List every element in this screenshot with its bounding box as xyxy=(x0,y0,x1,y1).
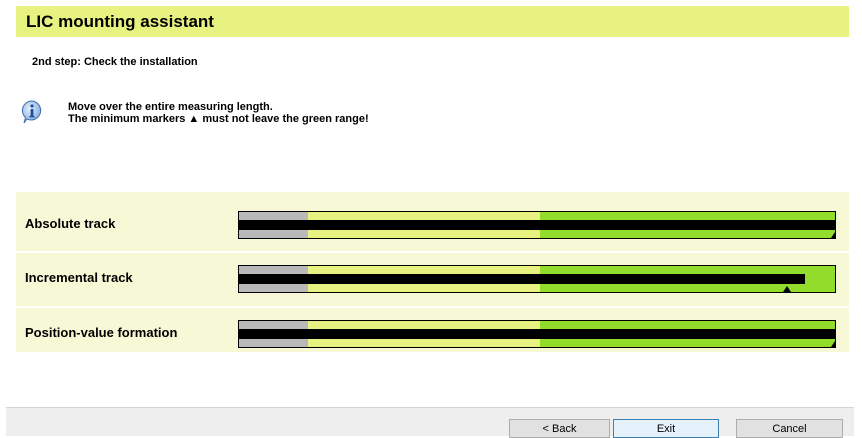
info-line-1: Move over the entire measuring length. xyxy=(68,101,273,113)
track-panel: Absolute track Incremental track Positio… xyxy=(16,192,849,352)
absolute-track-label: Absolute track xyxy=(25,216,116,231)
row-divider xyxy=(16,306,849,308)
signal-level xyxy=(239,220,835,230)
exit-button[interactable]: Exit xyxy=(613,419,719,438)
back-button[interactable]: < Back xyxy=(509,419,610,438)
position-value-bar xyxy=(238,320,836,348)
incremental-track-row: Incremental track xyxy=(16,254,849,302)
info-icon xyxy=(21,100,42,124)
incremental-track-label: Incremental track xyxy=(25,270,133,285)
signal-level xyxy=(239,274,806,284)
minimum-marker xyxy=(783,286,792,292)
title-bar: LIC mounting assistant xyxy=(16,6,849,37)
row-divider xyxy=(16,251,849,253)
incremental-track-bar xyxy=(238,265,836,293)
position-value-label: Position-value formation xyxy=(25,325,178,340)
info-message: Move over the entire measuring length. T… xyxy=(68,101,369,125)
position-value-row: Position-value formation xyxy=(16,309,849,357)
page-title: LIC mounting assistant xyxy=(26,11,214,31)
minimum-marker xyxy=(831,232,835,238)
button-bar: < Back Exit Cancel xyxy=(6,407,854,438)
step-label: 2nd step: Check the installation xyxy=(32,56,198,68)
cancel-button[interactable]: Cancel xyxy=(736,419,843,438)
absolute-track-bar xyxy=(238,211,836,239)
absolute-track-row: Absolute track xyxy=(16,200,849,248)
signal-level xyxy=(239,329,835,339)
minimum-marker xyxy=(831,341,835,347)
info-line-2: The minimum markers ▲ must not leave the… xyxy=(68,113,369,125)
